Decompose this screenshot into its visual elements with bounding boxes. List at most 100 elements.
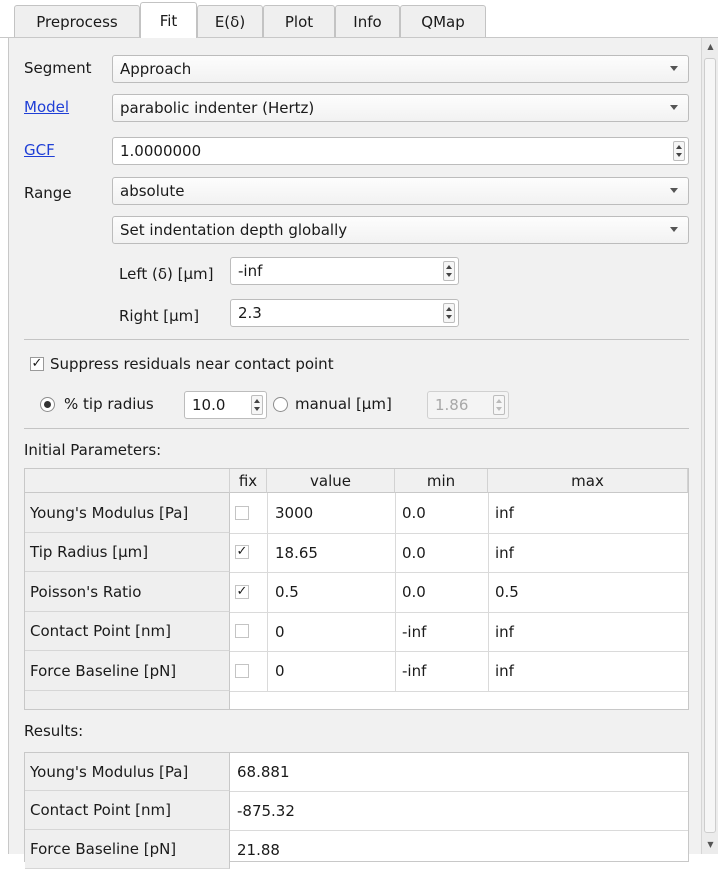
manual-radio[interactable] xyxy=(273,397,288,412)
max-cell[interactable]: inf xyxy=(495,493,514,533)
tip-radius-radio[interactable] xyxy=(40,397,55,412)
gcf-spinbox[interactable]: 1.0000000 xyxy=(112,137,689,165)
scrollbar-thumb[interactable] xyxy=(704,58,716,833)
max-cell[interactable]: inf xyxy=(495,651,514,691)
grid-line xyxy=(230,830,688,831)
segment-value: Approach xyxy=(120,60,192,78)
tip-radius-spinbox[interactable]: 10.0 xyxy=(184,391,267,419)
value-cell[interactable]: 0 xyxy=(275,651,285,691)
min-cell[interactable]: -inf xyxy=(402,612,426,651)
result-value-cell: 21.88 xyxy=(237,840,280,859)
column-header-value[interactable]: value xyxy=(267,469,395,493)
fix-checkbox[interactable]: ✓ xyxy=(235,585,249,599)
tip-radius-value: 10.0 xyxy=(192,396,226,414)
result-value-cell: 68.881 xyxy=(237,763,290,781)
gcf-value: 1.0000000 xyxy=(120,142,202,160)
initial-parameters-table: fix value min max Young's Modulus [Pa] 3… xyxy=(24,468,689,710)
column-header-min[interactable]: min xyxy=(395,469,488,493)
fix-checkbox[interactable] xyxy=(235,506,249,520)
gcf-link[interactable]: GCF xyxy=(24,141,55,159)
range-label: Range xyxy=(24,184,72,202)
row-header: Force Baseline [pN] xyxy=(25,651,230,691)
tab-label: Preprocess xyxy=(36,13,118,31)
right-range-spinbox[interactable]: 2.3 xyxy=(230,299,459,327)
row-header: Contact Point [nm] xyxy=(25,612,230,651)
tab-info[interactable]: Info xyxy=(335,5,400,38)
spin-arrows-icon[interactable] xyxy=(443,261,455,281)
value-cell[interactable]: 18.65 xyxy=(275,533,318,572)
tab-label: E(δ) xyxy=(214,13,246,31)
column-header-max[interactable]: max xyxy=(488,469,688,493)
spin-arrows-icon[interactable] xyxy=(673,141,685,161)
manual-spinbox[interactable]: 1.86 xyxy=(427,391,509,419)
tab-qmap[interactable]: QMap xyxy=(400,5,486,38)
table-footer xyxy=(25,691,230,709)
row-header: Young's Modulus [Pa] xyxy=(25,493,230,533)
manual-value: 1.86 xyxy=(435,396,469,414)
min-cell[interactable]: -inf xyxy=(402,651,426,691)
spin-arrows-icon[interactable] xyxy=(251,395,263,415)
scroll-up-icon[interactable]: ▲ xyxy=(702,38,718,54)
tab-label: QMap xyxy=(421,13,465,31)
tab-label: Info xyxy=(353,13,382,31)
tab-fit[interactable]: Fit xyxy=(140,2,197,38)
right-range-value: 2.3 xyxy=(238,304,262,322)
tab-label: Fit xyxy=(159,11,178,30)
results-title: Results: xyxy=(24,722,84,740)
chevron-down-icon xyxy=(670,105,678,110)
min-cell[interactable]: 0.0 xyxy=(402,533,426,572)
model-value: parabolic indenter (Hertz) xyxy=(120,99,315,117)
divider xyxy=(24,339,689,340)
fix-checkbox[interactable]: ✓ xyxy=(235,545,249,559)
grid-line xyxy=(230,691,688,692)
grid-line xyxy=(230,651,688,652)
column-header-fix[interactable]: fix xyxy=(230,469,267,493)
grid-line xyxy=(230,791,688,792)
vertical-scrollbar[interactable]: ▲ ▼ xyxy=(701,38,718,854)
manual-label: manual [µm] xyxy=(295,395,392,413)
depth-mode-select[interactable]: Set indentation depth globally xyxy=(112,216,689,244)
model-link[interactable]: Model xyxy=(24,98,69,116)
range-select[interactable]: absolute xyxy=(112,177,689,205)
grid-line xyxy=(488,493,489,691)
fix-checkbox[interactable] xyxy=(235,624,249,638)
row-header: Force Baseline [pN] xyxy=(25,830,230,869)
range-value: absolute xyxy=(120,182,185,200)
tip-radius-label: % tip radius xyxy=(64,395,154,413)
tab-plot[interactable]: Plot xyxy=(263,5,335,38)
chevron-down-icon xyxy=(670,188,678,193)
tab-bar: Preprocess Fit E(δ) Plot Info QMap xyxy=(0,0,718,38)
min-cell[interactable]: 0.0 xyxy=(402,572,426,612)
segment-label: Segment xyxy=(24,59,92,77)
depth-mode-value: Set indentation depth globally xyxy=(120,221,348,239)
segment-select[interactable]: Approach xyxy=(112,55,689,83)
scroll-down-icon[interactable]: ▼ xyxy=(702,836,718,852)
min-cell[interactable]: 0.0 xyxy=(402,493,426,533)
left-range-label: Left (δ) [µm] xyxy=(119,265,214,283)
left-range-value: -inf xyxy=(238,262,263,280)
results-table: Young's Modulus [Pa] 68.881 Contact Poin… xyxy=(24,752,689,869)
grid-line xyxy=(267,493,268,691)
initial-parameters-title: Initial Parameters: xyxy=(24,441,162,459)
row-header: Tip Radius [µm] xyxy=(25,533,230,572)
value-cell[interactable]: 0.5 xyxy=(275,572,299,612)
row-header: Contact Point [nm] xyxy=(25,791,230,830)
left-range-spinbox[interactable]: -inf xyxy=(230,257,459,285)
divider xyxy=(24,428,689,429)
table-corner xyxy=(25,469,230,493)
grid-line xyxy=(395,493,396,691)
max-cell[interactable]: 0.5 xyxy=(495,572,519,612)
model-select[interactable]: parabolic indenter (Hertz) xyxy=(112,94,689,122)
max-cell[interactable]: inf xyxy=(495,612,514,651)
fix-checkbox[interactable] xyxy=(235,664,249,678)
max-cell[interactable]: inf xyxy=(495,533,514,572)
suppress-residuals-label: Suppress residuals near contact point xyxy=(50,355,334,373)
value-cell[interactable]: 3000 xyxy=(275,493,313,533)
chevron-down-icon xyxy=(670,227,678,232)
spin-arrows-icon xyxy=(493,395,505,415)
tab-preprocess[interactable]: Preprocess xyxy=(14,5,140,38)
value-cell[interactable]: 0 xyxy=(275,612,285,651)
spin-arrows-icon[interactable] xyxy=(443,303,455,323)
suppress-residuals-checkbox[interactable]: ✓ xyxy=(30,357,44,371)
tab-e-delta[interactable]: E(δ) xyxy=(197,5,263,38)
